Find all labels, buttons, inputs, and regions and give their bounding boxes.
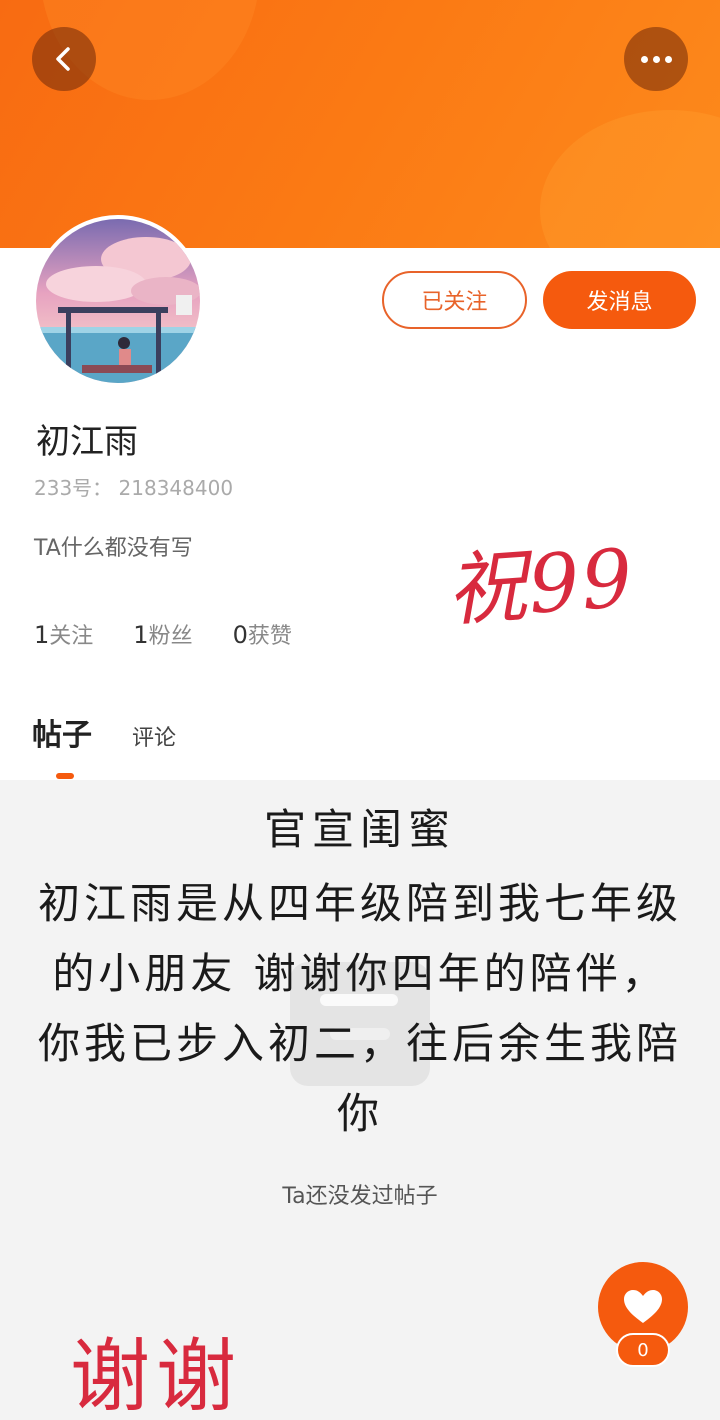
overlay-line: 你 [336,1089,383,1138]
profile-header-banner [0,0,720,248]
handwritten-note-top: 祝99 [443,531,638,638]
following-button[interactable]: 已关注 [382,271,527,329]
user-bio: TA什么都没有写 [34,536,193,561]
avatar-image [36,219,200,383]
profile-stats: 1关注 1粉丝 0获赞 [34,618,292,650]
handwritten-overlay: 官宣闺蜜 初江雨是从四年级陪到我七年级 的小朋友 谢谢你四年的陪伴， 你我已步入… [0,796,720,1149]
send-message-button[interactable]: 发消息 [543,271,696,329]
empty-state-text: Ta还没发过帖子 [282,1184,438,1209]
chevron-left-icon [56,47,70,71]
back-button[interactable] [32,27,96,91]
avatar[interactable] [32,215,204,387]
tab-indicator [56,773,74,779]
user-name: 初江雨 [36,422,138,462]
stat-following[interactable]: 1关注 [34,618,93,650]
more-button[interactable] [624,27,688,91]
user-id: 233号： 218348400 [34,476,234,500]
stat-likes: 0获赞 [232,621,292,649]
like-count: 0 [616,1333,670,1367]
overlay-line: 你我已步入初二，往后余生我陪 [37,1019,682,1068]
heart-icon [624,1290,662,1323]
overlay-title: 官宣闺蜜 [263,805,456,854]
tab-posts[interactable]: 帖子 [32,710,92,754]
overlay-line: 的小朋友 谢谢你四年的陪伴， [52,949,668,998]
handwritten-note-bottom: 谢谢 [70,1330,242,1420]
profile-tabs: 帖子 评论 [32,710,176,754]
more-dots-icon [640,55,672,63]
overlay-line: 初江雨是从四年级陪到我七年级 [37,879,682,928]
stat-followers[interactable]: 1粉丝 [133,618,192,650]
tab-comments[interactable]: 评论 [132,720,176,752]
banner-decoration [540,110,720,248]
